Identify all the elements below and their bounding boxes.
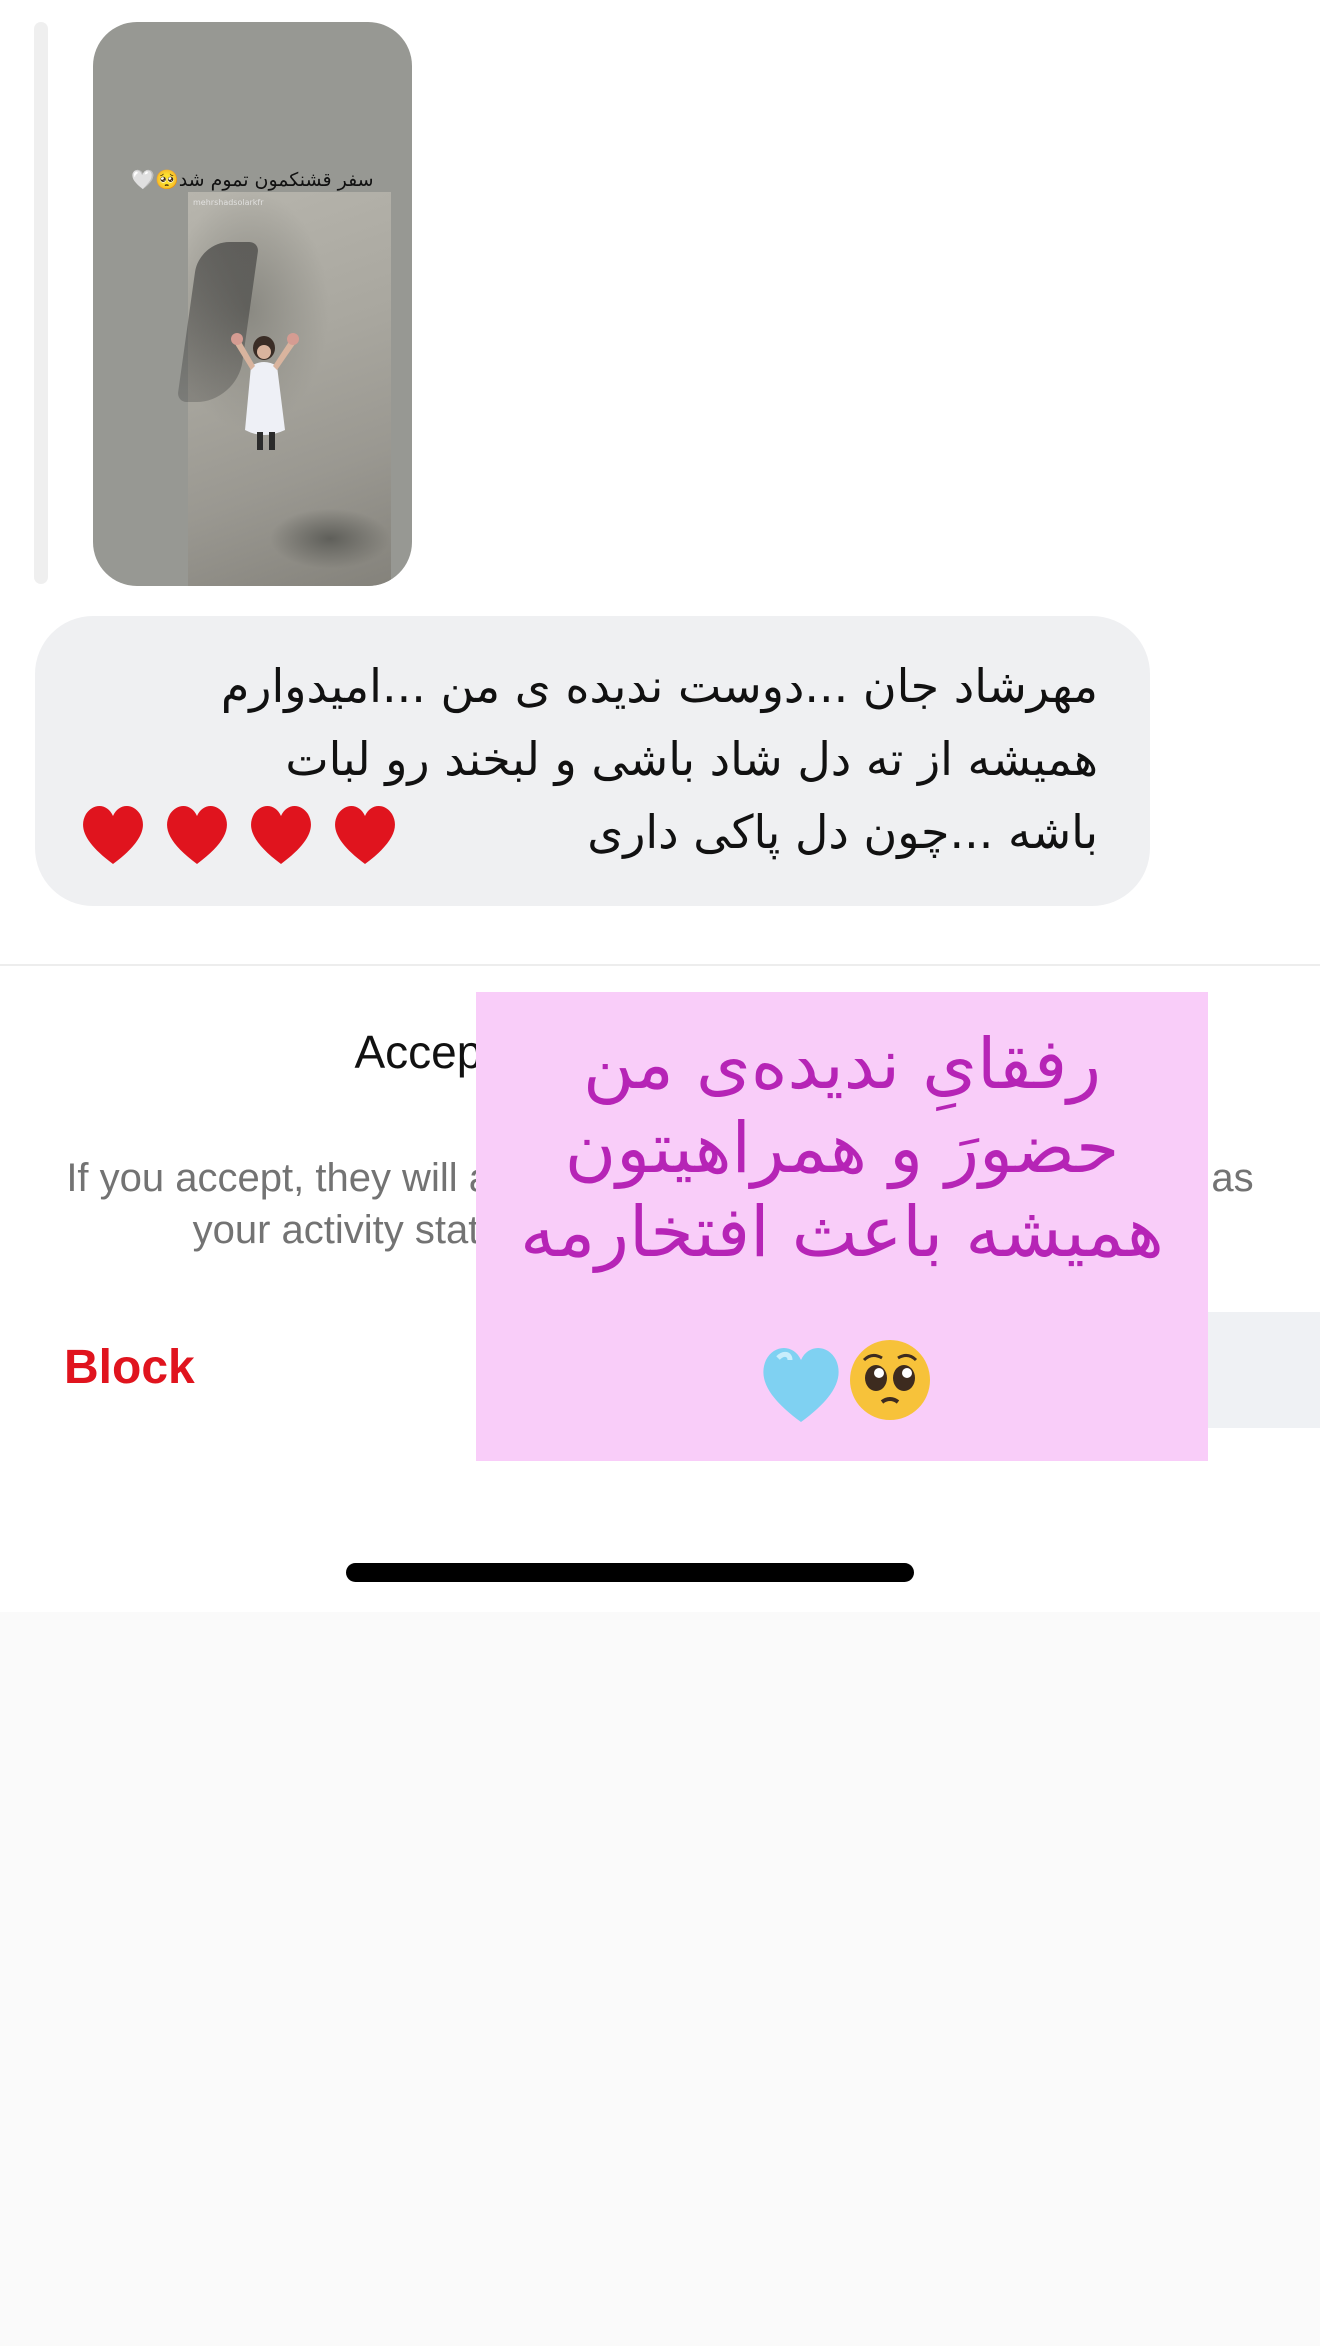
home-indicator[interactable] <box>346 1563 914 1582</box>
story-caption: سفر قشنکمون تموم شد🥺🤍 <box>131 169 374 191</box>
story-person-figure <box>231 333 299 450</box>
overlay-emoji <box>763 1340 930 1422</box>
heart-icon <box>335 805 395 864</box>
hearts-emoji-row <box>83 805 395 864</box>
story-username: mehrshadsolarkfr <box>193 198 264 207</box>
chat-screen: سفر قشنکمون تموم شد🥺🤍 mehrshadsolarkfr م… <box>0 0 1320 2346</box>
divider <box>0 964 1320 966</box>
heart-icon <box>83 805 143 864</box>
block-button[interactable]: Block <box>64 1340 195 1395</box>
message-line-1: مهرشاد جان ...دوست ندیده ی من ...امیدوار… <box>220 659 1098 713</box>
message-thread: سفر قشنکمون تموم شد🥺🤍 mehrshadsolarkfr م… <box>0 0 1320 1612</box>
overlay-line-3: همیشه باعث افتخارمه <box>520 1191 1164 1273</box>
story-reply-thumbnail[interactable]: سفر قشنکمون تموم شد🥺🤍 mehrshadsolarkfr <box>93 22 412 586</box>
overlay-line-2: حضورَ و همراهیتون <box>564 1107 1120 1189</box>
message-line-2: همیشه از ته دل شاد باشی و لبخند رو لبات <box>285 732 1098 786</box>
sticker-text-overlay: رفقایِ ندیده‌ی من حضورَ و همراهیتون همیش… <box>476 992 1208 1461</box>
overlay-line-1: رفقایِ ندیده‌ی من <box>583 1023 1101 1105</box>
pleading-face-icon <box>850 1340 930 1420</box>
light-blue-heart-icon <box>763 1348 839 1422</box>
heart-icon <box>251 805 311 864</box>
heart-icon <box>167 805 227 864</box>
story-reply-indicator <box>34 22 48 584</box>
overlay-text: رفقایِ ندیده‌ی من حضورَ و همراهیتون همیش… <box>476 1022 1208 1274</box>
